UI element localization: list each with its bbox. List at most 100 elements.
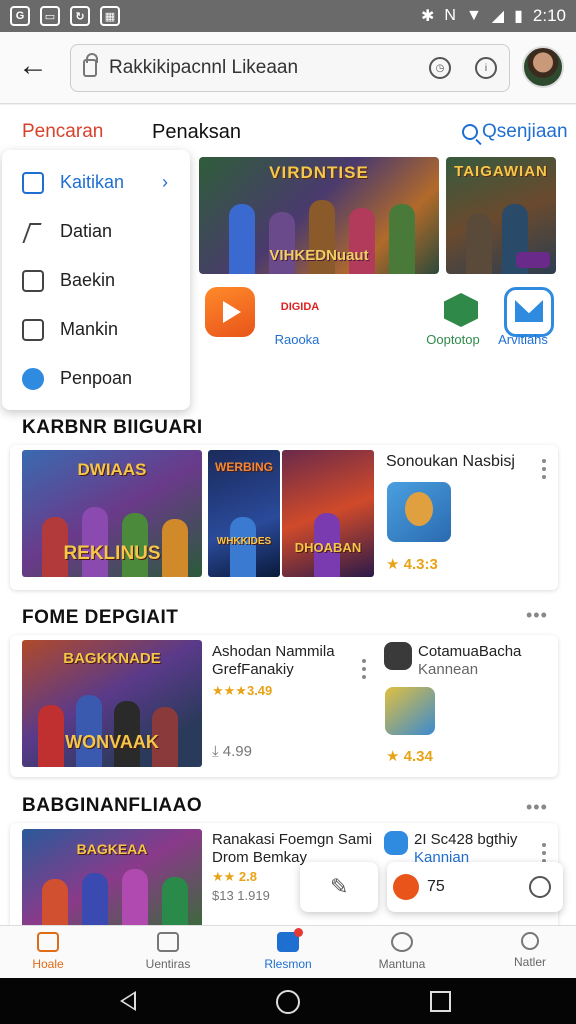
item-title[interactable]: 2I Sc428 bgthiy — [414, 831, 517, 849]
nav-messages[interactable]: Rlesmon — [240, 928, 336, 971]
game-thumbnail[interactable]: BAGKEAA — [22, 829, 202, 925]
mail-app-icon[interactable] — [504, 287, 554, 337]
digida-app-icon[interactable]: DIGIDA — [275, 287, 325, 337]
system-navigation-bar — [0, 978, 576, 1024]
thumbnail-subtitle: DHOABAN — [294, 540, 362, 555]
grid-icon — [22, 171, 44, 194]
featured-banner-secondary[interactable]: TAIGAWIAN — [446, 157, 556, 274]
app-badge-text: DIGIDA — [280, 301, 320, 313]
floating-action-right[interactable]: 75 — [387, 862, 563, 912]
system-recents-icon[interactable] — [430, 991, 451, 1012]
nav-home[interactable]: Hoale — [0, 930, 96, 971]
tab-penaksan[interactable]: Penaksan — [152, 121, 241, 144]
nfc-icon: N — [444, 7, 456, 24]
menu-item-mankin[interactable]: Mankin — [2, 305, 190, 354]
banner-subtitle: VIHKEDNuaut — [269, 247, 369, 264]
menu-item-label: Kaitikan — [60, 172, 125, 192]
app-label: Raooka — [274, 332, 320, 347]
item-title[interactable]: CotamuaBacha — [418, 643, 521, 661]
menu-item-label: Baekin — [60, 270, 116, 290]
menu-item-datian[interactable]: Datian — [2, 207, 190, 256]
item-subtitle: Kannean — [418, 661, 479, 678]
system-back-icon[interactable] — [120, 991, 136, 1011]
more-vert-icon[interactable] — [542, 459, 546, 483]
game-app-icon[interactable] — [387, 482, 451, 542]
more-horiz-icon[interactable]: ••• — [526, 605, 548, 626]
nav-entries[interactable]: Uentiras — [120, 930, 216, 971]
tab-pencaran[interactable]: Pencaran — [22, 121, 103, 143]
avatar[interactable] — [522, 46, 564, 88]
brand-icon — [393, 874, 419, 900]
search-label: Qsenjiaan — [482, 121, 568, 142]
character-figure — [269, 212, 295, 274]
search-link[interactable]: Qsenjiaan — [462, 121, 568, 143]
menu-item-label: Datian — [60, 221, 113, 241]
back-arrow-icon[interactable]: ← — [18, 50, 54, 86]
menu-item-label: Penpoan — [60, 368, 133, 388]
play-icon[interactable] — [205, 287, 255, 337]
menu-item-kaitikan[interactable]: Kaitikan › — [2, 158, 190, 207]
clock-icon[interactable]: ◷ — [429, 57, 451, 79]
wifi-icon: ▼ — [465, 7, 482, 24]
search-icon — [462, 124, 478, 140]
floating-action-left[interactable]: ✎ — [300, 862, 378, 912]
address-text: Rakkikipacnnl Likeaan — [109, 57, 299, 78]
image-icon — [22, 269, 44, 292]
window-icon — [22, 318, 44, 341]
nav-label: Natler — [513, 955, 546, 969]
item-title[interactable]: Ashodan Nammila — [212, 643, 335, 661]
gallery-icon: ▦ — [100, 6, 120, 26]
nav-label: Uentiras — [145, 957, 191, 971]
nav-search[interactable]: Natler — [482, 930, 576, 969]
game-app-icon[interactable] — [385, 687, 435, 735]
clock: 2:10 — [532, 6, 566, 25]
hexagon-app-icon[interactable] — [436, 287, 486, 337]
banner-title: TAIGAWIAN — [454, 163, 548, 180]
item-title[interactable]: Ranakasi Foemgn Sami — [212, 831, 372, 849]
thumbnail-subtitle: WHKKIDES — [216, 536, 272, 547]
app-title[interactable]: Sonoukan Nasbisj — [386, 453, 515, 471]
section-title: BABGINANFLIAAO — [22, 795, 203, 816]
menu-item-label: Mankin — [60, 319, 119, 339]
discover-icon — [391, 932, 413, 952]
nav-mantuna[interactable]: Mantuna — [354, 930, 450, 971]
item-subtitle: GrefFanakiy — [212, 661, 294, 678]
info-icon[interactable] — [529, 876, 551, 898]
thumbnail-title: WERBING — [215, 460, 273, 474]
featured-banner[interactable]: VIRDNTISE VIHKEDNuaut — [199, 157, 439, 274]
home-icon — [37, 932, 59, 952]
menu-item-penpoan[interactable]: Penpoan — [2, 354, 190, 403]
search-icon — [521, 932, 539, 950]
app-icon[interactable] — [384, 831, 408, 855]
edit-icon — [157, 932, 179, 952]
item-subtitle: Drom Bemkay — [212, 849, 308, 866]
more-vert-icon[interactable] — [362, 659, 366, 683]
info-icon[interactable]: i — [475, 57, 497, 79]
thumbnail-title: BAGKEAA — [76, 841, 148, 857]
tabs-row: Pencaran Penaksan Qsenjiaan — [0, 115, 576, 155]
badge-icon — [22, 367, 44, 390]
thumbnail-title: DWIAAS — [77, 460, 147, 479]
item-price: $13 1.919 — [212, 888, 270, 903]
more-horiz-icon[interactable]: ••• — [526, 797, 548, 818]
app-bar: ← Rakkikipacnnl Likeaan ◷ i — [0, 32, 576, 104]
app-rating: ★ 4.3:3 — [386, 556, 438, 573]
signal-icon: ◢ — [491, 8, 505, 25]
address-bar[interactable]: Rakkikipacnnl Likeaan ◷ i — [70, 44, 510, 92]
menu-item-baekin[interactable]: Baekin — [2, 256, 190, 305]
game-thumbnail[interactable]: DHOABAN — [282, 450, 374, 577]
pen-icon: ✎ — [330, 874, 349, 899]
game-thumbnail[interactable]: DWIAAS REKLINUS — [22, 450, 202, 577]
thumbnail-title: BAGKKNADE — [63, 650, 161, 667]
person-icon — [22, 221, 44, 243]
app-icon[interactable] — [384, 642, 412, 670]
section-title: KARBNR BIIGUARI — [22, 417, 203, 438]
game-thumbnail[interactable]: WERBING WHKKIDES — [208, 450, 280, 577]
thumbnail-subtitle: WONVAAK — [65, 732, 159, 752]
system-home-icon[interactable] — [276, 990, 300, 1014]
bluetooth-icon: ✱ — [420, 8, 435, 25]
section-title: FOME DEPGIAIT — [22, 607, 179, 628]
game-thumbnail[interactable]: BAGKKNADE WONVAAK — [22, 640, 202, 767]
item-rating: ★★ 2.8 — [212, 869, 257, 884]
main-content: Pencaran Penaksan Qsenjiaan Kaitikan › D… — [0, 105, 576, 925]
